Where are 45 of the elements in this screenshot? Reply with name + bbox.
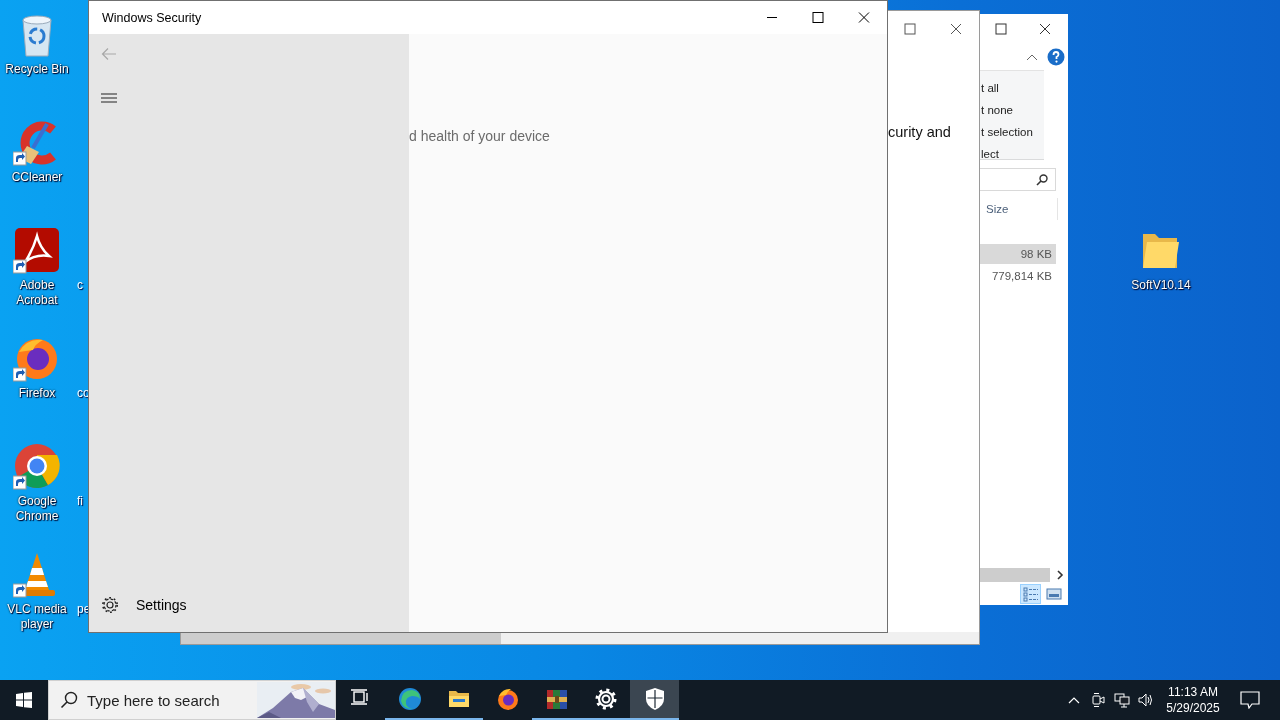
ribbon-command[interactable]: t none: [980, 99, 1044, 121]
help-icon[interactable]: [1047, 48, 1065, 66]
firefox-logo-icon: [495, 687, 520, 711]
volume-icon[interactable]: [1138, 692, 1154, 708]
windows-logo-icon: [16, 692, 32, 708]
search-field[interactable]: [980, 168, 1056, 191]
network-icon[interactable]: [1114, 692, 1130, 708]
edge-logo-icon: [397, 687, 422, 711]
clock-time: 11:13 AM: [1168, 684, 1218, 700]
notification-icon[interactable]: [1240, 691, 1260, 709]
desktop-icon-label[interactable]: VLC media player: [1, 602, 73, 632]
details-view-icon: [1021, 585, 1040, 603]
file-size-cell[interactable]: 779,814 KB: [980, 266, 1056, 286]
view-button[interactable]: [1020, 584, 1041, 604]
ribbon-command[interactable]: t selection: [980, 121, 1044, 143]
clock-date: 5/29/2025: [1166, 700, 1220, 716]
settings-icon[interactable]: [101, 596, 119, 614]
settings-icon: [593, 687, 618, 711]
scrollbar[interactable]: [980, 568, 1050, 582]
thumbnail-view-icon: [1044, 585, 1063, 603]
acrobat-logo-shortcut-icon[interactable]: [13, 226, 61, 274]
desktop-icon-label[interactable]: Firefox: [1, 386, 73, 401]
search-icon: [60, 691, 78, 709]
camera-icon[interactable]: [1091, 692, 1105, 708]
nav-item[interactable]: Settings: [136, 597, 187, 613]
desktop-icon-label[interactable]: Recycle Bin: [1, 62, 73, 77]
search-icon: [1036, 173, 1048, 186]
ribbon-command[interactable]: lect: [980, 143, 1044, 165]
clock[interactable]: 11:13 AM 5/29/2025: [1158, 684, 1228, 716]
body-text: curity and: [888, 124, 951, 140]
scroll-right-icon[interactable]: [1056, 570, 1064, 580]
window-title: Windows Security: [101, 10, 203, 25]
desktop-icon-label[interactable]: fi: [77, 494, 83, 509]
taskbar-button[interactable]: [630, 680, 679, 720]
desktop-icon-label[interactable]: SoftV10.14: [1125, 278, 1197, 293]
chrome-logo-shortcut-icon[interactable]: [13, 442, 61, 490]
file-size-cell[interactable]: 98 KB: [980, 244, 1056, 264]
menu-icon[interactable]: [101, 92, 117, 104]
ribbon-command[interactable]: t all: [980, 77, 1044, 99]
page-subtitle: d health of your device: [409, 128, 551, 144]
desktop-icon-label[interactable]: Adobe Acrobat: [1, 278, 73, 308]
archive-books-icon: [544, 687, 569, 711]
desktop-icon-label[interactable]: CCleaner: [1, 170, 73, 185]
desktop-icon-label[interactable]: c: [77, 278, 83, 293]
desktop-icon-label[interactable]: Google Chrome: [1, 494, 73, 524]
